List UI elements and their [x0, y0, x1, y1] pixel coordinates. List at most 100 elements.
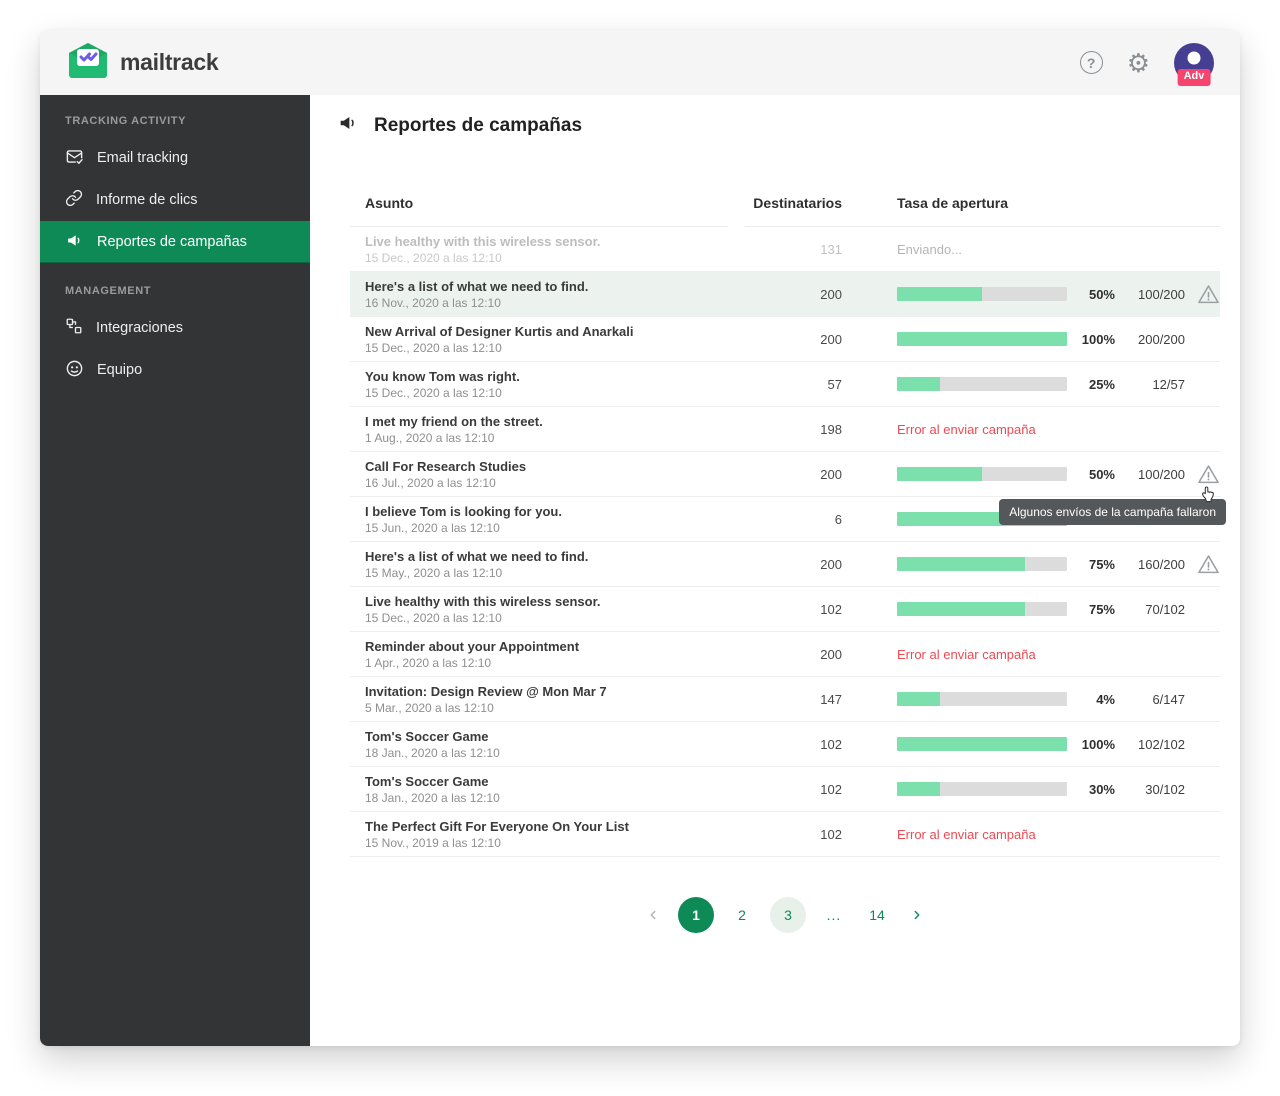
campaign-open-rate-cell: 25% 12/57	[897, 362, 1220, 406]
open-rate-progress: 75% 70/102	[897, 598, 1220, 621]
campaign-recipients: 131	[820, 241, 842, 257]
plan-badge: Adv	[1177, 69, 1211, 86]
campaign-row[interactable]: Live healthy with this wireless sensor. …	[350, 587, 1220, 632]
warning-slot	[1185, 733, 1220, 756]
campaign-subject: Here's a list of what we need to find.	[365, 548, 589, 564]
sidebar-item-equipo[interactable]: Equipo	[40, 349, 310, 391]
open-rate-ratio: 12/57	[1152, 376, 1185, 392]
campaign-subject: Tom's Soccer Game	[365, 773, 489, 789]
campaign-open-rate-cell: 30% 30/102	[897, 767, 1220, 811]
campaign-date: 15 Dec., 2020 a las 12:10	[365, 611, 502, 626]
sidebar-item-label: Integraciones	[96, 320, 184, 336]
campaign-subject: Live healthy with this wireless sensor.	[365, 233, 601, 249]
campaign-status-text: Error al enviar campaña	[897, 826, 1036, 842]
progress-fill	[897, 377, 940, 391]
sidebar-item-label: Email tracking	[97, 150, 189, 166]
warning-slot	[1185, 598, 1220, 621]
campaign-row[interactable]: Call For Research Studies 16 Jul., 2020 …	[350, 452, 1226, 525]
warning-tooltip: Algunos envíos de la campaña fallaron	[999, 498, 1226, 525]
open-rate-progress: 100% 102/102	[897, 733, 1220, 756]
pagination-page-1[interactable]: 1	[678, 897, 714, 933]
avatar[interactable]: Adv	[1174, 42, 1214, 86]
help-icon[interactable]: ?	[1079, 51, 1103, 74]
campaign-subject-cell: Call For Research Studies 16 Jul., 2020 …	[350, 458, 730, 491]
megaphone-icon	[65, 231, 84, 254]
warning-triangle-icon[interactable]	[1197, 553, 1220, 576]
sidebar-item-email-tracking[interactable]: Email tracking	[40, 137, 310, 179]
campaign-open-rate-cell: Error al enviar campaña	[897, 407, 1220, 451]
campaign-subject-cell: Tom's Soccer Game 18 Jan., 2020 a las 12…	[350, 728, 730, 761]
campaign-recipients: 200	[820, 331, 842, 347]
campaign-row[interactable]: Tom's Soccer Game 18 Jan., 2020 a las 12…	[350, 767, 1220, 812]
megaphone-icon	[337, 112, 359, 139]
campaign-date: 18 Jan., 2020 a las 12:10	[365, 791, 500, 806]
table-body: Live healthy with this wireless sensor. …	[350, 227, 1226, 857]
campaign-date: 18 Jan., 2020 a las 12:10	[365, 746, 500, 761]
sidebar-item-label: Informe de clics	[96, 192, 198, 208]
progress-track	[897, 287, 1067, 301]
campaign-row[interactable]: New Arrival of Designer Kurtis and Anark…	[350, 317, 1220, 362]
progress-track	[897, 782, 1067, 796]
warning-triangle-icon[interactable]	[1197, 283, 1220, 306]
campaign-subject: New Arrival of Designer Kurtis and Anark…	[365, 323, 634, 339]
campaign-recipients: 102	[820, 736, 842, 752]
pagination-next-icon[interactable]	[905, 897, 929, 933]
campaign-subject-cell: I believe Tom is looking for you. 15 Jun…	[350, 503, 730, 536]
progress-track	[897, 692, 1067, 706]
page-title: Reportes de campañas	[374, 114, 583, 136]
campaign-table: Asunto Destinatarios Tasa de apertura Li…	[350, 195, 1226, 857]
campaign-row[interactable]: Here's a list of what we need to find. 1…	[350, 542, 1220, 587]
campaign-subject: Here's a list of what we need to find.	[365, 278, 589, 294]
campaign-date: 15 May., 2020 a las 12:10	[365, 566, 503, 581]
sidebar-item-informe-de-clics[interactable]: Informe de clics	[40, 179, 310, 221]
topbar-actions: ? ⚙ Adv	[1079, 42, 1214, 86]
open-rate-ratio: 6/147	[1152, 691, 1185, 707]
pagination-page-14[interactable]: 14	[862, 897, 892, 933]
progress-fill	[897, 287, 982, 301]
campaign-date: 5 Mar., 2020 a las 12:10	[365, 701, 494, 716]
campaign-subject: I believe Tom is looking for you.	[365, 503, 562, 519]
campaign-subject-cell: The Perfect Gift For Everyone On Your Li…	[350, 818, 730, 851]
campaign-subject-cell: Invitation: Design Review @ Mon Mar 7 5 …	[350, 683, 730, 716]
campaign-subject-cell: Here's a list of what we need to find. 1…	[350, 278, 730, 311]
campaign-subject-cell: New Arrival of Designer Kurtis and Anark…	[350, 323, 730, 356]
brand-logo: mailtrack	[65, 41, 219, 84]
pagination: 1 2 3 ... 14	[350, 897, 1220, 933]
progress-fill	[897, 602, 1025, 616]
campaign-open-rate-cell: 100% 102/102	[897, 722, 1220, 766]
sidebar-item-reportes-de-campanas[interactable]: Reportes de campañas	[40, 221, 310, 263]
campaign-open-rate-cell: Error al enviar campaña	[897, 812, 1220, 856]
open-rate-progress: 30% 30/102	[897, 778, 1220, 801]
campaign-recipients: 200	[820, 286, 842, 302]
campaign-row[interactable]: Invitation: Design Review @ Mon Mar 7 5 …	[350, 677, 1220, 722]
campaign-row[interactable]: Live healthy with this wireless sensor. …	[350, 227, 1220, 272]
sidebar-item-integraciones[interactable]: Integraciones	[40, 307, 310, 349]
campaign-recipients: 200	[820, 466, 842, 482]
pagination-prev-icon[interactable]	[641, 897, 665, 933]
campaign-date: 15 Dec., 2020 a las 12:10	[365, 341, 502, 356]
campaign-subject: Tom's Soccer Game	[365, 728, 489, 744]
campaign-date: 15 Dec., 2020 a las 12:10	[365, 251, 502, 266]
team-icon	[65, 359, 84, 382]
campaign-row[interactable]: Tom's Soccer Game 18 Jan., 2020 a las 12…	[350, 722, 1220, 767]
campaign-row[interactable]: Here's a list of what we need to find. 1…	[350, 272, 1220, 317]
campaign-recipients: 200	[820, 556, 842, 572]
progress-fill	[897, 467, 982, 481]
campaign-row[interactable]: I met my friend on the street. 1 Aug., 2…	[350, 407, 1220, 452]
campaign-open-rate-cell: 50% 100/200 Algunos envíos de la campaña…	[897, 452, 1226, 525]
pagination-ellipsis: ...	[826, 907, 842, 923]
campaign-recipients: 6	[834, 511, 842, 527]
campaign-row[interactable]: The Perfect Gift For Everyone On Your Li…	[350, 812, 1220, 857]
progress-track	[897, 332, 1067, 346]
warning-triangle-icon[interactable]	[1197, 463, 1220, 486]
warning-slot: Algunos envíos de la campaña fallaron	[999, 463, 1226, 525]
settings-gear-icon[interactable]: ⚙	[1127, 50, 1150, 76]
campaign-date: 15 Jun., 2020 a las 12:10	[365, 521, 500, 536]
envelope-check-icon	[65, 147, 84, 170]
pagination-page-2[interactable]: 2	[727, 897, 757, 933]
open-rate-percent: 75%	[1088, 556, 1115, 572]
campaign-row[interactable]: Reminder about your Appointment 1 Apr., …	[350, 632, 1220, 677]
campaign-row[interactable]: You know Tom was right. 15 Dec., 2020 a …	[350, 362, 1220, 407]
campaign-subject-cell: Here's a list of what we need to find. 1…	[350, 548, 730, 581]
pagination-page-3[interactable]: 3	[770, 897, 806, 933]
